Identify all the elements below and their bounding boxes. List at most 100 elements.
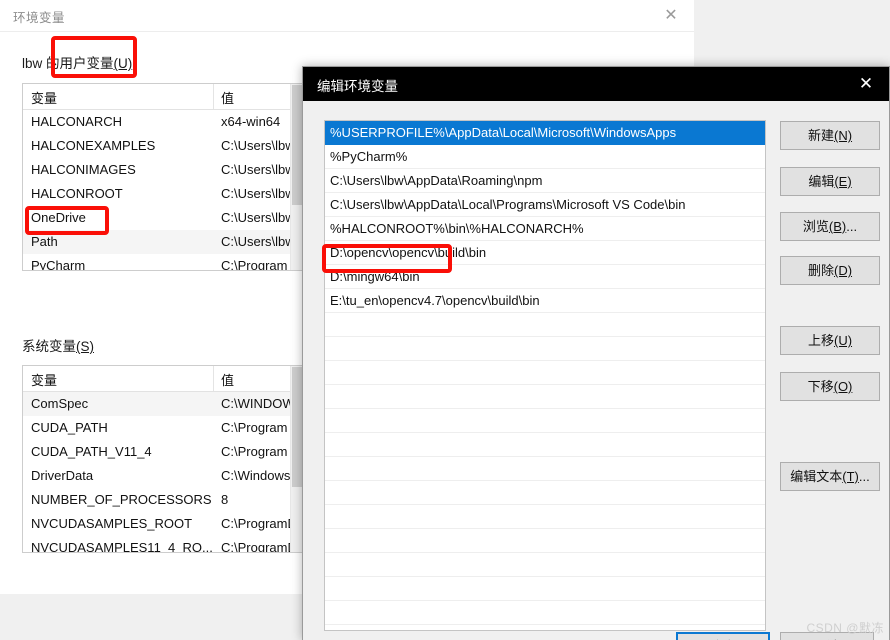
system-col-name: 变量 [31,373,58,388]
table-row[interactable]: HALCONARCH x64-win64 [23,110,303,134]
move-up-button-label: 上移 [807,333,834,348]
delete-button-accel: (D) [833,263,853,278]
table-row[interactable]: OneDrive C:\Users\lbw [23,206,303,230]
list-empty-row[interactable] [325,457,765,481]
var-value: C:\ProgramD [221,516,297,531]
var-value: C:\Program [221,420,288,435]
browse-button[interactable]: 浏览(B)... [780,212,880,241]
list-item[interactable]: C:\Users\lbw\AppData\Roaming\npm [325,169,765,193]
user-col-value: 值 [221,91,235,106]
var-name: ComSpec [31,396,89,411]
edit-text-button[interactable]: 编辑文本(T)... [780,462,880,491]
dialog-body: %USERPROFILE%\AppData\Local\Microsoft\Wi… [303,101,889,640]
edit-text-button-label: 编辑文本 [790,469,843,484]
user-variables-label: lbw 的用户变量(U) [22,52,132,72]
var-name: NVCUDASAMPLES11_4_RO... [31,540,213,553]
close-icon[interactable]: ✕ [843,67,889,101]
system-variables-label-accel: (S) [76,339,94,354]
user-variables-label-accel: (U) [113,56,133,71]
system-col-value: 值 [221,373,235,388]
table-row[interactable]: NUMBER_OF_PROCESSORS 8 [23,488,303,512]
system-variables-table[interactable]: 变量 值 ComSpec C:\WINDOW CUDA_PATH C:\Prog… [22,365,304,553]
user-table-rows: HALCONARCH x64-win64 HALCONEXAMPLES C:\U… [23,110,303,271]
table-row[interactable]: CUDA_PATH_V11_4 C:\Program [23,440,303,464]
table-row[interactable]: HALCONROOT C:\Users\lbw [23,182,303,206]
user-table-header: 变量 值 [23,84,303,110]
list-empty-row[interactable] [325,529,765,553]
table-row[interactable]: CUDA_PATH C:\Program [23,416,303,440]
screenshot-root: 环境变量 ✕ lbw 的用户变量(U) 变量 值 HALCONARCH x64-… [0,0,890,640]
path-entries-list[interactable]: %USERPROFILE%\AppData\Local\Microsoft\Wi… [324,120,766,631]
list-empty-row[interactable] [325,385,765,409]
list-empty-row[interactable] [325,313,765,337]
edit-text-button-suffix: ... [858,469,870,484]
list-empty-row[interactable] [325,553,765,577]
column-divider [213,366,214,391]
table-row[interactable]: Path C:\Users\lbw [23,230,303,254]
var-name: NUMBER_OF_PROCESSORS [31,492,212,507]
browse-button-suffix: ... [846,219,858,234]
var-value: C:\Users\lbw [221,162,295,177]
list-empty-row[interactable] [325,409,765,433]
var-name: Path [31,234,58,249]
move-down-button[interactable]: 下移(O) [780,372,880,401]
var-value: C:\WINDOW [221,396,295,411]
table-row[interactable]: HALCONIMAGES C:\Users\lbw [23,158,303,182]
list-item[interactable]: D:\mingw64\bin [325,265,765,289]
list-item[interactable]: C:\Users\lbw\AppData\Local\Programs\Micr… [325,193,765,217]
var-name: DriverData [31,468,94,483]
table-row[interactable]: NVCUDASAMPLES11_4_RO... C:\ProgramD [23,536,303,553]
var-value: C:\Users\lbw [221,210,295,225]
var-value: C:\Users\lbw [221,138,295,153]
var-value: C:\Windows\ [221,468,294,483]
list-empty-row[interactable] [325,625,765,630]
list-item[interactable]: %PyCharm% [325,145,765,169]
close-icon[interactable]: ✕ [656,2,686,28]
var-name: HALCONARCH [31,114,123,129]
browse-button-label: 浏览 [802,219,829,234]
list-empty-row[interactable] [325,577,765,601]
var-name: HALCONIMAGES [31,162,136,177]
edit-text-button-accel: (T) [842,469,859,484]
edit-button[interactable]: 编辑(E) [780,167,880,196]
system-table-header: 变量 值 [23,366,303,392]
user-variables-table[interactable]: 变量 值 HALCONARCH x64-win64 HALCONEXAMPLES… [22,83,304,271]
delete-button[interactable]: 删除(D) [780,256,880,285]
var-name: CUDA_PATH [31,420,108,435]
column-divider [213,84,214,109]
list-empty-row[interactable] [325,361,765,385]
browse-button-accel: (B) [828,219,847,234]
list-item[interactable]: D:\opencv\opencv\build\bin [325,241,765,265]
var-name: HALCONROOT [31,186,123,201]
scrollbar-thumb[interactable] [292,85,302,205]
var-value: 8 [221,492,229,507]
table-row[interactable]: ComSpec C:\WINDOW [23,392,303,416]
dialog-titlebar: 编辑环境变量 ✕ [303,67,889,101]
list-item[interactable]: E:\tu_en\opencv4.7\opencv\build\bin [325,289,765,313]
table-row[interactable]: NVCUDASAMPLES_ROOT C:\ProgramD [23,512,303,536]
list-empty-row[interactable] [325,481,765,505]
table-row[interactable]: DriverData C:\Windows\ [23,464,303,488]
scrollbar-thumb[interactable] [292,367,302,487]
var-value: C:\Program [221,258,288,271]
list-item[interactable]: %HALCONROOT%\bin\%HALCONARCH% [325,217,765,241]
system-table-rows: ComSpec C:\WINDOW CUDA_PATH C:\Program C… [23,392,303,553]
list-empty-row[interactable] [325,337,765,361]
list-empty-row[interactable] [325,505,765,529]
new-button[interactable]: 新建(N) [780,121,880,150]
var-value: C:\Users\lbw [221,234,295,249]
var-name: NVCUDASAMPLES_ROOT [31,516,193,531]
move-down-button-accel: (O) [833,379,853,394]
table-row[interactable]: PyCharm C:\Program [23,254,303,271]
ok-button[interactable]: 确定 [676,632,770,640]
new-button-accel: (N) [833,128,853,143]
list-empty-row[interactable] [325,433,765,457]
bg-window-titlebar: 环境变量 ✕ [0,0,694,32]
list-item[interactable]: %USERPROFILE%\AppData\Local\Microsoft\Wi… [325,121,765,145]
move-up-button[interactable]: 上移(U) [780,326,880,355]
var-name: CUDA_PATH_V11_4 [31,444,152,459]
new-button-label: 新建 [807,128,834,143]
table-row[interactable]: HALCONEXAMPLES C:\Users\lbw [23,134,303,158]
list-empty-row[interactable] [325,601,765,625]
system-variables-label-main: 系统变量 [22,339,76,354]
